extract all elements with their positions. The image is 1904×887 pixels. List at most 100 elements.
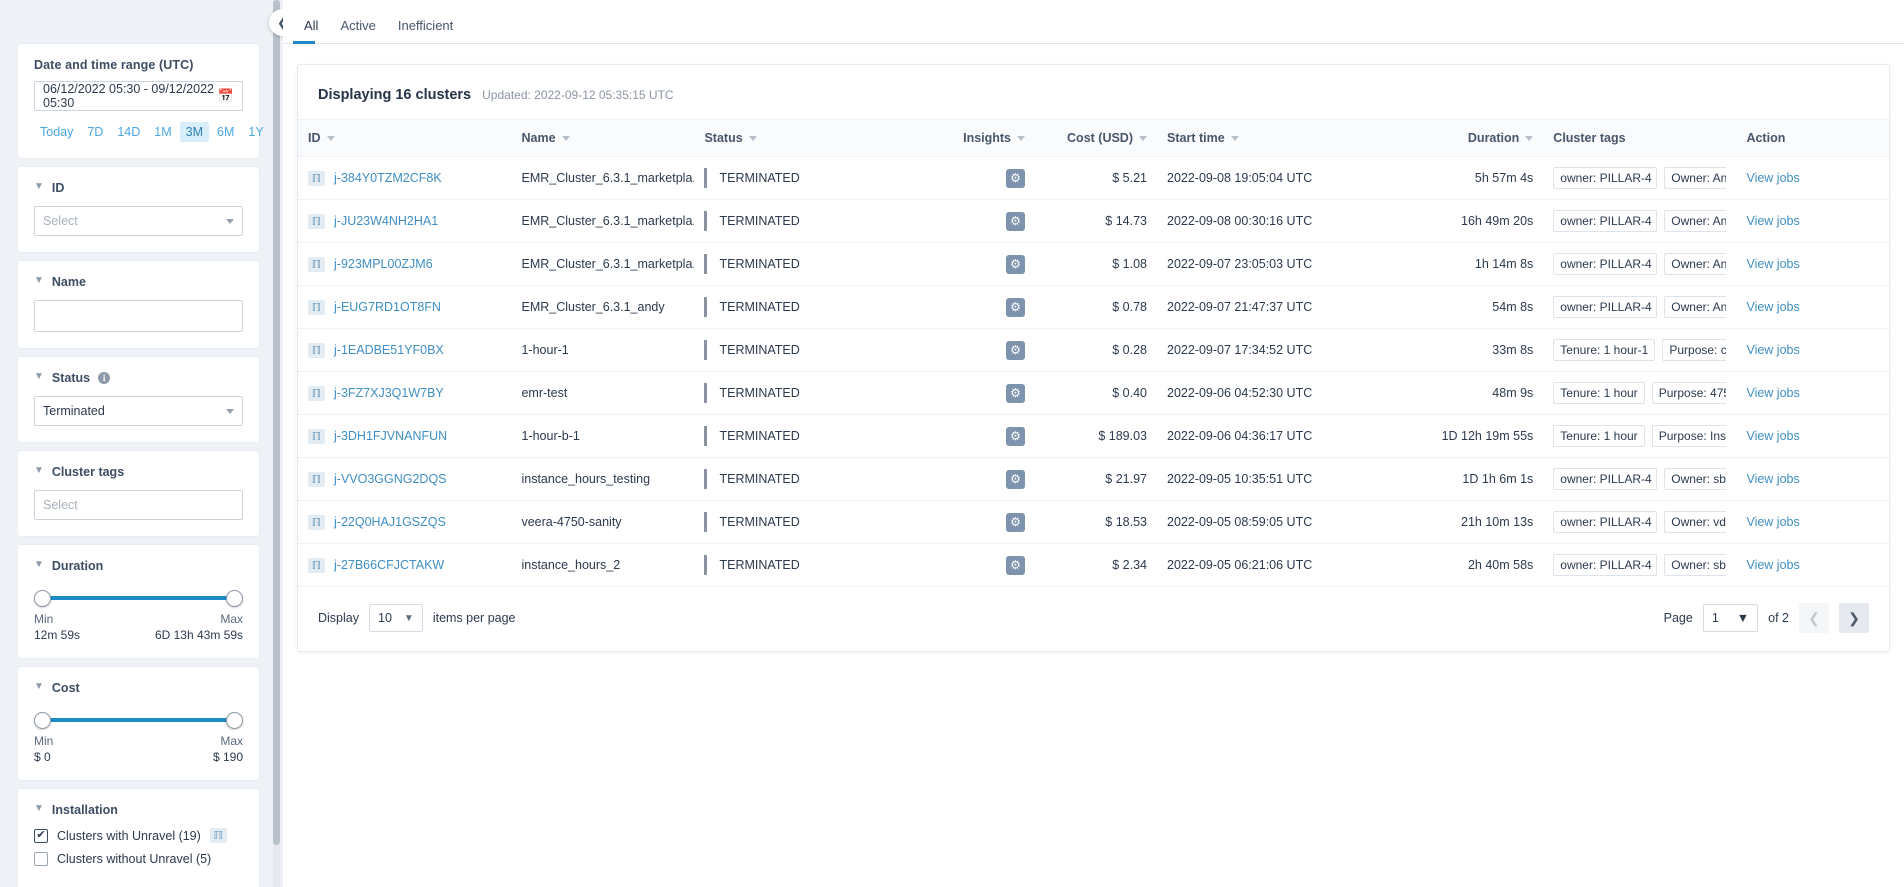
status-filter-header[interactable]: ▼ Status i: [34, 371, 243, 385]
cluster-tag[interactable]: Tenure: 1 hour: [1553, 425, 1645, 447]
insights-icon[interactable]: ⚙: [1006, 512, 1026, 532]
checkbox-icon[interactable]: [34, 828, 48, 843]
sort-icon[interactable]: [1017, 135, 1026, 141]
cluster-tag[interactable]: Tenure: 1 hour-1: [1553, 339, 1656, 361]
cluster-id-link[interactable]: j-923MPL00ZJM6: [334, 257, 433, 271]
quick-range-7d[interactable]: 7D: [81, 122, 109, 142]
view-jobs-link[interactable]: View jobs: [1746, 472, 1799, 486]
cluster-tag[interactable]: Purpose: Insights: [1651, 425, 1727, 447]
cluster-tag[interactable]: owner: PILLAR-4: [1553, 167, 1658, 189]
cluster-tag[interactable]: Purpose: 4750 te: [1651, 382, 1727, 404]
column-header-status[interactable]: Status: [694, 119, 924, 157]
main-scrollbar[interactable]: [1896, 0, 1904, 887]
sort-icon[interactable]: [1525, 135, 1534, 141]
cluster-tag[interactable]: owner: PILLAR-4: [1553, 468, 1658, 490]
cluster-tag[interactable]: Owner: Andy: [1664, 296, 1727, 318]
cluster-tags-filter-header[interactable]: ▼ Cluster tags: [34, 465, 243, 479]
table-row[interactable]: ℿj-3DH1FJVNANFUN 1-hour-b-1 TERMINATED ⚙ $ 1…: [298, 414, 1889, 458]
view-jobs-link[interactable]: View jobs: [1746, 558, 1799, 572]
cluster-id-link[interactable]: j-EUG7RD1OT8FN: [334, 300, 441, 314]
view-jobs-link[interactable]: View jobs: [1746, 171, 1799, 185]
quick-range-1m[interactable]: 1M: [148, 122, 177, 142]
insights-icon[interactable]: ⚙: [1006, 254, 1026, 274]
insights-icon[interactable]: ⚙: [1006, 168, 1026, 188]
duration-range-slider[interactable]: [34, 584, 243, 610]
cluster-id-link[interactable]: j-27B66CFJCTAKW: [334, 558, 444, 572]
cluster-tag[interactable]: owner: PILLAR-4: [1553, 210, 1658, 232]
quick-range-3m[interactable]: 3M: [179, 122, 210, 142]
cluster-tag[interactable]: Owner: Andy: [1664, 167, 1727, 189]
duration-slider-min-handle[interactable]: [34, 590, 51, 607]
sidebar-collapse-button[interactable]: ❮: [269, 9, 283, 36]
cluster-id-link[interactable]: j-JU23W4NH2HA1: [334, 214, 438, 228]
cluster-tag[interactable]: owner: PILLAR-4: [1553, 253, 1658, 275]
table-row[interactable]: ℿj-22Q0HAJ1GSZQS veera-4750-sanity TERMINA…: [298, 500, 1889, 544]
cluster-tag[interactable]: Owner: sbare: [1664, 468, 1727, 490]
id-select[interactable]: Select: [34, 206, 243, 236]
column-header-id[interactable]: ID: [298, 119, 512, 157]
duration-filter-header[interactable]: ▼ Duration: [34, 559, 243, 573]
installation-filter-header[interactable]: ▼ Installation: [34, 803, 243, 817]
cost-filter-header[interactable]: ▼ Cost: [34, 681, 243, 695]
view-jobs-link[interactable]: View jobs: [1746, 300, 1799, 314]
calendar-icon[interactable]: 📅: [218, 88, 234, 104]
duration-slider-max-handle[interactable]: [226, 590, 243, 607]
table-row[interactable]: ℿj-27B66CFJCTAKW instance_hours_2 TERMINAT…: [298, 543, 1889, 587]
sort-icon[interactable]: [748, 135, 757, 141]
date-range-input[interactable]: 06/12/2022 05:30 - 09/12/2022 05:30 📅: [34, 81, 243, 111]
quick-range-6m[interactable]: 6M: [211, 122, 240, 142]
tab-all[interactable]: All: [293, 18, 329, 44]
view-jobs-link[interactable]: View jobs: [1746, 257, 1799, 271]
cluster-tag[interactable]: Owner: vdovar: [1664, 511, 1727, 533]
column-header-start-time[interactable]: Start time: [1157, 119, 1381, 157]
sidebar-scrollbar[interactable]: [273, 0, 280, 887]
insights-icon[interactable]: ⚙: [1006, 383, 1026, 403]
insights-icon[interactable]: ⚙: [1006, 340, 1026, 360]
quick-range-1y[interactable]: 1Y: [242, 122, 265, 142]
table-row[interactable]: ℿj-VVO3GGNG2DQS instance_hours_testing TER…: [298, 457, 1889, 501]
tab-inefficient[interactable]: Inefficient: [387, 18, 464, 43]
previous-page-button[interactable]: ❮: [1799, 603, 1829, 633]
tab-active[interactable]: Active: [329, 18, 386, 43]
column-header-name[interactable]: Name: [511, 119, 695, 157]
info-icon[interactable]: i: [98, 372, 111, 384]
checkbox-icon[interactable]: [34, 852, 48, 866]
table-row[interactable]: ℿj-JU23W4NH2HA1 EMR_Cluster_6.3.1_marketp…: [298, 199, 1889, 243]
page-number-input[interactable]: 1 ▼: [1702, 604, 1759, 632]
insights-icon[interactable]: ⚙: [1006, 555, 1026, 575]
cluster-id-link[interactable]: j-VVO3GGNG2DQS: [334, 472, 447, 486]
checkbox-clusters-with-unravel[interactable]: Clusters with Unravel (19) ℿ: [34, 828, 243, 843]
table-row[interactable]: ℿj-923MPL00ZJM6 EMR_Cluster_6.3.1_marketp…: [298, 242, 1889, 286]
column-header-insights[interactable]: Insights: [923, 119, 1036, 157]
cluster-tag[interactable]: Owner: sbare: [1664, 554, 1727, 576]
quick-range-today[interactable]: Today: [34, 122, 79, 142]
cluster-tag[interactable]: owner: PILLAR-4: [1553, 296, 1658, 318]
cluster-id-link[interactable]: j-1EADBE51YF0BX: [334, 343, 444, 357]
cluster-tag[interactable]: Purpose: cost t: [1662, 339, 1727, 361]
id-filter-header[interactable]: ▼ ID: [34, 181, 243, 195]
table-row[interactable]: ℿj-EUG7RD1OT8FN EMR_Cluster_6.3.1_andy TER…: [298, 285, 1889, 329]
cluster-tag[interactable]: Tenure: 1 hour: [1553, 382, 1645, 404]
cluster-tag[interactable]: owner: PILLAR-4: [1553, 554, 1658, 576]
cluster-id-link[interactable]: j-3DH1FJVNANFUN: [334, 429, 447, 443]
insights-icon[interactable]: ⚙: [1006, 426, 1026, 446]
insights-icon[interactable]: ⚙: [1006, 211, 1026, 231]
sidebar-scrollbar-thumb[interactable]: [273, 0, 280, 845]
sort-icon[interactable]: [1139, 135, 1147, 141]
name-filter-header[interactable]: ▼ Name: [34, 275, 243, 289]
quick-range-14d[interactable]: 14D: [111, 122, 146, 142]
table-row[interactable]: ℿj-1EADBE51YF0BX 1-hour-1 TERMINATED ⚙ $ 0.2…: [298, 328, 1889, 372]
cluster-tag[interactable]: Owner: Andy: [1664, 210, 1727, 232]
cost-slider-min-handle[interactable]: [34, 712, 51, 729]
view-jobs-link[interactable]: View jobs: [1746, 515, 1799, 529]
sort-icon[interactable]: [1230, 135, 1239, 141]
cost-range-slider[interactable]: [34, 706, 243, 732]
next-page-button[interactable]: ❯: [1839, 603, 1869, 633]
view-jobs-link[interactable]: View jobs: [1746, 214, 1799, 228]
checkbox-clusters-without-unravel[interactable]: Clusters without Unravel (5): [34, 852, 243, 866]
name-input[interactable]: [34, 300, 243, 332]
insights-icon[interactable]: ⚙: [1006, 469, 1026, 489]
column-header-duration[interactable]: Duration: [1380, 119, 1544, 157]
status-select[interactable]: Terminated: [34, 396, 243, 426]
items-per-page-select[interactable]: 10 ▼: [369, 604, 423, 632]
